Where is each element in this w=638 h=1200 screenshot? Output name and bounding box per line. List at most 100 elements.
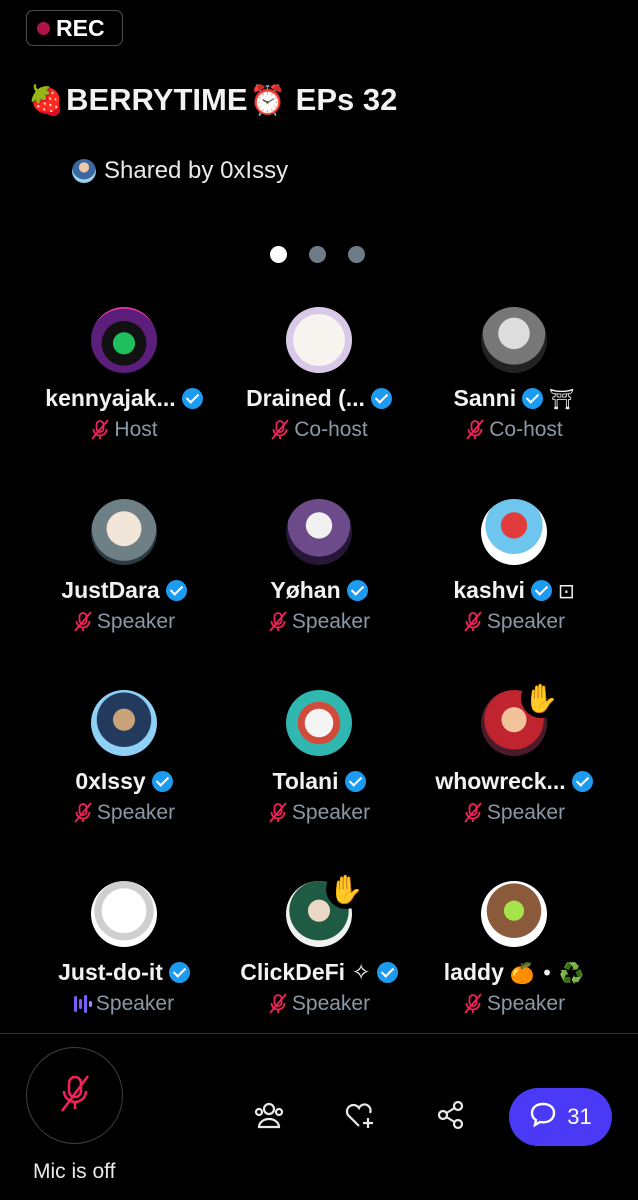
mic-toggle-button[interactable] <box>26 1047 123 1144</box>
share-icon <box>436 1100 466 1135</box>
verified-badge-icon <box>168 962 190 983</box>
page-dot-1[interactable] <box>270 246 287 263</box>
speaker-name-row: Yøhan <box>270 577 368 604</box>
speaker-avatar[interactable] <box>91 690 157 756</box>
speaker-role-row: Speaker <box>73 992 174 1016</box>
speaker-badge-emoji: ⛩ <box>549 386 575 411</box>
speaker-avatar[interactable] <box>91 499 157 565</box>
speaker-name: kashvi <box>453 577 525 603</box>
speaker-card[interactable]: 0xIssy Speaker <box>18 690 230 825</box>
mic-off-icon <box>58 1073 92 1118</box>
speaker-name-row: whowreck... <box>435 768 593 795</box>
alarm-clock-icon: ⏰ <box>249 82 286 117</box>
page-dot-3[interactable] <box>348 246 365 263</box>
recording-label: REC <box>56 14 105 41</box>
speaker-card[interactable]: Drained (... Co-host <box>213 307 425 442</box>
page-dot-2[interactable] <box>309 246 326 263</box>
speaker-avatar[interactable] <box>286 499 352 565</box>
speaker-role-row: Speaker <box>463 801 565 825</box>
page-indicator[interactable] <box>270 246 365 263</box>
speaker-role-row: Speaker <box>268 610 370 634</box>
space-title-text: BERRYTIME <box>66 82 248 117</box>
speaker-name: 0xIssy <box>75 768 146 794</box>
speaker-card[interactable]: JustDara Speaker <box>18 499 230 634</box>
chat-count: 31 <box>567 1104 592 1129</box>
speaker-avatar[interactable] <box>91 307 157 373</box>
speaker-avatar[interactable] <box>91 881 157 947</box>
speaker-role-row: Host <box>90 418 158 442</box>
speaking-icon <box>73 994 92 1014</box>
people-button[interactable] <box>252 1100 286 1134</box>
speaker-name: laddy <box>443 959 504 985</box>
shared-by[interactable]: Shared by 0xIssy <box>72 157 288 185</box>
speaker-card[interactable]: Yøhan Speaker <box>213 499 425 634</box>
speaker-avatar[interactable]: ✋ <box>481 678 561 756</box>
speaker-card[interactable]: laddy 🍊 • ♻️ Speaker <box>408 881 620 1016</box>
speaker-role-row: Speaker <box>73 610 175 634</box>
verified-badge-icon <box>530 580 552 601</box>
speaker-name-row: kennyajak... <box>45 385 203 412</box>
verified-badge-icon <box>165 580 187 601</box>
speaker-name: Tolani <box>272 768 339 794</box>
speaker-name-row: laddy 🍊 • ♻️ <box>444 959 584 986</box>
space-title-episode: EPs 32 <box>295 82 398 117</box>
react-button[interactable] <box>343 1100 377 1134</box>
speaker-role: Speaker <box>291 610 371 633</box>
speaker-role-row: Co-host <box>465 418 563 442</box>
share-button[interactable] <box>434 1100 468 1134</box>
speaker-name-row: Drained (... <box>246 385 392 412</box>
chat-bubble-icon <box>529 1101 557 1133</box>
avatar-image <box>286 307 352 373</box>
mic-muted-icon <box>268 993 288 1015</box>
speaker-avatar[interactable] <box>481 499 547 565</box>
avatar-image <box>481 307 547 373</box>
mic-muted-icon <box>90 419 110 441</box>
speaker-card[interactable]: ✋ whowreck... Speaker <box>408 678 620 825</box>
speaker-name: Yøhan <box>270 577 341 603</box>
raised-hand-icon: ✋ <box>326 869 366 909</box>
speaker-role-row: Speaker <box>463 610 565 634</box>
speaker-avatar[interactable] <box>286 690 352 756</box>
recording-dot-icon <box>37 21 50 35</box>
speaker-card[interactable]: ✋ ClickDeFi ✧ Speaker <box>213 869 425 1016</box>
strawberry-icon: 🍓 <box>28 82 65 117</box>
mic-muted-icon <box>73 611 93 633</box>
speaker-name: ClickDeFi ✧ <box>240 959 371 985</box>
speaker-name-row: Sanni ⛩ <box>453 385 574 412</box>
speaker-name-row: Tolani <box>272 768 366 795</box>
mic-muted-icon <box>463 611 483 633</box>
verified-badge-icon <box>522 388 544 409</box>
bottom-divider <box>0 1033 638 1034</box>
verified-badge-icon <box>346 580 368 601</box>
avatar-image <box>286 690 352 756</box>
mic-muted-icon <box>463 802 483 824</box>
speaker-name-emoji: 🍊 • ♻️ <box>509 960 585 985</box>
speaker-avatar[interactable]: ✋ <box>286 869 366 947</box>
speaker-role-row: Speaker <box>268 801 370 825</box>
speaker-avatar[interactable] <box>286 307 352 373</box>
speaker-role: Speaker <box>486 610 566 633</box>
avatar-image <box>481 881 547 947</box>
sharer-avatar <box>72 159 96 183</box>
speaker-name: whowreck... <box>435 768 566 794</box>
speaker-card[interactable]: kashvi ⊡ Speaker <box>408 499 620 634</box>
speaker-card[interactable]: Tolani Speaker <box>213 690 425 825</box>
speaker-name-row: kashvi ⊡ <box>453 577 574 604</box>
people-icon <box>253 1100 285 1135</box>
speaker-role: Co-host <box>294 418 368 441</box>
speaker-card[interactable]: Just-do-it Speaker <box>18 881 230 1016</box>
speaker-avatar[interactable] <box>481 881 547 947</box>
speaker-role: Speaker <box>96 610 176 633</box>
speaker-card[interactable]: kennyajak... Host <box>18 307 230 442</box>
speaker-name-row: 0xIssy <box>75 768 173 795</box>
raised-hand-icon: ✋ <box>521 678 561 718</box>
speaker-card[interactable]: Sanni ⛩ Co-host <box>408 307 620 442</box>
avatar-image <box>91 499 157 565</box>
speaker-name-row: Just-do-it <box>58 959 190 986</box>
chat-button[interactable]: 31 <box>509 1088 612 1146</box>
verified-badge-icon <box>376 962 398 983</box>
recording-badge: REC <box>26 10 123 46</box>
speaker-name: Just-do-it <box>58 959 163 985</box>
speaker-avatar[interactable] <box>481 307 547 373</box>
verified-badge-icon <box>151 771 173 792</box>
